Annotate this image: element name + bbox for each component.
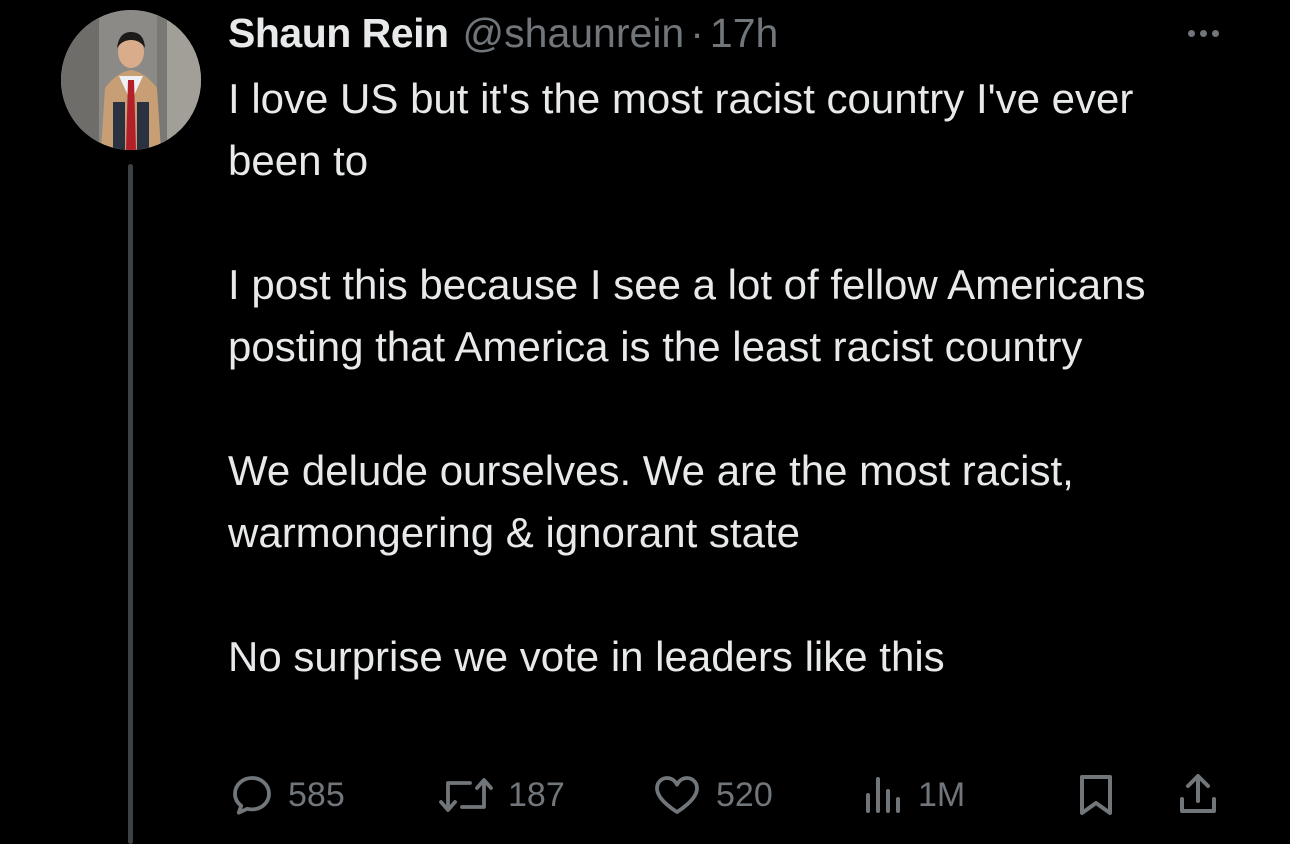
header-separator: · xyxy=(690,9,704,56)
tweet-timestamp[interactable]: 17h xyxy=(710,10,778,57)
bookmark-icon xyxy=(1080,775,1112,815)
views-chart-icon xyxy=(866,777,900,813)
more-options-button[interactable] xyxy=(1176,22,1230,44)
tweet-paragraph: I post this because I see a lot of fello… xyxy=(228,261,1146,370)
views-button[interactable]: 1M xyxy=(862,765,965,825)
reply-icon xyxy=(233,776,271,815)
more-dots-icon xyxy=(1199,29,1207,37)
author-name[interactable]: Shaun Rein xyxy=(228,10,449,57)
bookmark-button[interactable] xyxy=(1076,765,1116,825)
tweet-paragraph: I love US but it's the most racist count… xyxy=(228,75,1134,184)
repost-button[interactable]: 187 xyxy=(436,765,565,825)
like-count: 520 xyxy=(716,775,773,814)
like-button[interactable]: 520 xyxy=(650,765,773,825)
avatar[interactable] xyxy=(61,10,201,150)
tweet-header: Shaun Rein @shaunrein · 17h xyxy=(228,8,778,58)
tweet-body: I love US but it's the most racist count… xyxy=(228,68,1228,688)
tweet-paragraph: No surprise we vote in leaders like this xyxy=(228,633,945,680)
repost-count: 187 xyxy=(508,775,565,814)
views-count: 1M xyxy=(918,775,966,814)
more-dots-icon xyxy=(1187,29,1195,37)
repost-icon xyxy=(439,778,493,812)
reply-button[interactable]: 585 xyxy=(228,765,345,825)
reply-count: 585 xyxy=(288,775,345,814)
tweet-action-bar: 585 187 520 1M xyxy=(0,765,1290,825)
author-handle[interactable]: @shaunrein xyxy=(463,10,685,57)
share-icon xyxy=(1180,774,1216,813)
heart-icon xyxy=(655,776,699,814)
more-dots-icon xyxy=(1211,29,1219,37)
tweet-paragraph: We delude ourselves. We are the most rac… xyxy=(228,447,1074,556)
avatar-photo xyxy=(61,10,201,150)
share-button[interactable] xyxy=(1176,765,1220,825)
thread-line xyxy=(128,164,133,844)
